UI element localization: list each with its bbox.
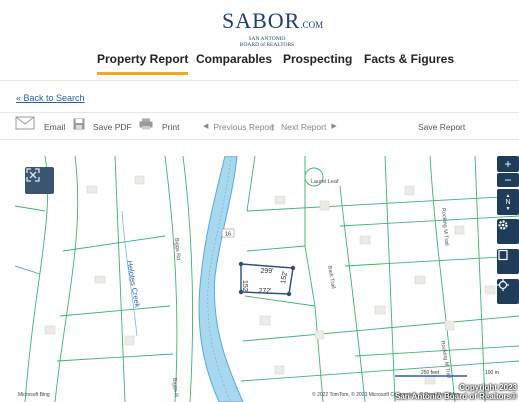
- toolbar-separator: |: [271, 122, 274, 132]
- compass-button[interactable]: ▲ N ▼: [497, 189, 519, 215]
- report-toolbar: Email Save PDF Print ◀ Previous Report |…: [0, 112, 519, 140]
- chevron-right-icon: ▶: [331, 123, 337, 130]
- compass-north-label: N: [505, 198, 511, 206]
- laurel-leaf-label: Laurel Leaf: [311, 179, 339, 185]
- map-settings-button[interactable]: [497, 219, 519, 244]
- email-button[interactable]: Email: [15, 113, 65, 141]
- zoom-in-button[interactable]: +: [497, 156, 519, 172]
- sabor-logo[interactable]: SABOR.COM SAN ANTONIO BOARD of REALTORS: [222, 8, 323, 50]
- rocking-m-trail-label: Rocking M Trail: [440, 208, 449, 246]
- tab-facts-figures[interactable]: Facts & Figures: [364, 50, 454, 75]
- back-to-search-link[interactable]: « Back to Search: [16, 93, 85, 103]
- header-divider: [0, 80, 519, 81]
- print-button[interactable]: Print: [139, 113, 179, 141]
- bark-trail-label: Bark Trail: [326, 265, 336, 289]
- save-report-button[interactable]: Save Report: [418, 113, 465, 141]
- print-label: Print: [162, 122, 180, 132]
- map-canvas: 16 299' 272' 152' 152' Helotes Creek Big…: [15, 156, 519, 402]
- copyright-line-1: Copyright 2023: [459, 383, 517, 392]
- logo-sub-2: BOARD of REALTORS: [239, 42, 295, 48]
- compass-down-icon: ▼: [505, 205, 511, 212]
- chevron-left-icon: ◀: [203, 123, 209, 130]
- draw-area-button[interactable]: [497, 249, 519, 274]
- tab-prospecting[interactable]: Prospecting: [283, 50, 352, 75]
- printer-icon: [139, 113, 153, 141]
- microsoft-bing-logo: Microsoft Bing: [18, 392, 50, 398]
- zoom-out-button[interactable]: −: [497, 173, 519, 187]
- dimension-bottom-label: 272': [258, 288, 271, 295]
- email-icon: [15, 113, 35, 141]
- property-map[interactable]: 16 299' 272' 152' 152' Helotes Creek Big…: [15, 156, 519, 402]
- tab-comparables[interactable]: Comparables: [196, 50, 272, 75]
- next-report-label: Next Report: [281, 122, 327, 132]
- helotes-creek-label: Helotes Creek: [125, 260, 142, 309]
- copyright-watermark: Copyright 2023 San Antonio Board of Real…: [395, 383, 517, 401]
- previous-report-button[interactable]: ◀ Previous Report: [203, 113, 274, 141]
- tab-property-report[interactable]: Property Report: [97, 50, 189, 75]
- rocking-m-trail-label-2: Rocking M Trail: [439, 340, 451, 378]
- scale-feet-label: 250 feet: [421, 370, 440, 376]
- save-pdf-button[interactable]: Save PDF: [73, 113, 132, 141]
- dimension-top-label: 299': [260, 268, 273, 275]
- scale-meters-label: 100 m: [485, 370, 499, 376]
- save-pdf-label: Save PDF: [93, 122, 132, 132]
- biggs-rd-label-2: Biggs R: [171, 378, 179, 398]
- copyright-line-2: San Antonio Board of Realtors®: [394, 392, 517, 401]
- next-report-button[interactable]: Next Report ▶: [281, 113, 337, 141]
- header: SABOR.COM SAN ANTONIO BOARD of REALTORS …: [0, 0, 519, 80]
- previous-report-label: Previous Report: [213, 122, 275, 132]
- dimension-left-label: 152': [241, 280, 248, 293]
- dimension-right-label: 152': [280, 270, 289, 284]
- fullscreen-toggle-button[interactable]: [25, 167, 54, 194]
- road-16-label: 16: [225, 232, 231, 238]
- main-tabs: Property Report Comparables Prospecting …: [0, 50, 519, 75]
- logo-suffix: .COM: [300, 20, 324, 30]
- locate-me-button[interactable]: [497, 279, 519, 304]
- logo-main-text: SABOR: [222, 8, 301, 33]
- email-label: Email: [44, 122, 66, 132]
- save-icon: [73, 113, 85, 141]
